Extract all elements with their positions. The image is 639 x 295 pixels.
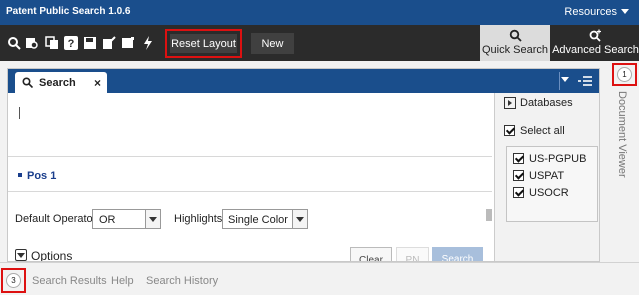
clear-button[interactable]: Clear bbox=[350, 247, 392, 261]
bullet-icon bbox=[18, 173, 22, 177]
checkbox-checked-icon bbox=[504, 125, 515, 136]
select-all-checkbox[interactable]: Select all bbox=[504, 125, 565, 137]
search-history-icon[interactable] bbox=[25, 36, 39, 50]
chevron-down-icon bbox=[15, 249, 27, 261]
search-icon bbox=[22, 77, 33, 88]
resources-label: Resources bbox=[564, 6, 617, 18]
search-icon bbox=[509, 29, 522, 42]
database-item-usocr[interactable]: USOCR bbox=[513, 187, 569, 199]
database-item-us-pgpub[interactable]: US-PGPUB bbox=[513, 153, 586, 165]
search-panel-header: Search × bbox=[8, 69, 599, 93]
document-viewer-sidebar[interactable]: 1 Document Viewer bbox=[610, 61, 639, 262]
window-icon[interactable] bbox=[121, 36, 135, 50]
pn-button[interactable]: PN bbox=[396, 247, 429, 261]
highlights-select[interactable]: Single Color bbox=[222, 209, 308, 229]
document-viewer-badge[interactable]: 1 bbox=[612, 63, 637, 86]
tab-search-results[interactable]: Search Results bbox=[32, 275, 107, 287]
resources-menu[interactable]: Resources bbox=[564, 6, 629, 18]
advanced-search-icon bbox=[589, 29, 601, 42]
search-button[interactable]: Search bbox=[432, 247, 483, 261]
highlights-label: Highlights: bbox=[174, 213, 226, 225]
panel-menu-icon[interactable] bbox=[578, 75, 592, 87]
databases-panel: Databases Select all US-PGPUB USPAT USOC… bbox=[494, 93, 599, 261]
edit-note-icon[interactable] bbox=[102, 36, 116, 50]
tab-search-history[interactable]: Search History bbox=[146, 275, 218, 287]
search-query-input[interactable] bbox=[8, 93, 492, 157]
help-icon[interactable]: ? bbox=[64, 36, 78, 50]
chevron-down-icon[interactable] bbox=[561, 77, 569, 82]
document-viewer-count: 1 bbox=[617, 67, 632, 82]
tab-quick-search-label: Quick Search bbox=[481, 44, 549, 56]
flash-icon[interactable] bbox=[141, 36, 155, 50]
checkbox-checked-icon bbox=[513, 187, 524, 198]
save-icon[interactable] bbox=[83, 36, 97, 50]
select-all-label: Select all bbox=[520, 125, 565, 137]
copy-icon[interactable] bbox=[45, 36, 59, 50]
options-toggle[interactable]: Options bbox=[15, 249, 73, 262]
play-icon bbox=[504, 97, 516, 109]
document-viewer-label[interactable]: Document Viewer bbox=[616, 91, 628, 178]
tab-search-label: Search bbox=[39, 77, 76, 89]
tab-advanced-search-label: Advanced Search bbox=[552, 44, 639, 56]
chevron-down-icon bbox=[292, 210, 307, 228]
title-bar: Patent Public Search 1.0.6 Resources bbox=[0, 0, 639, 25]
toolbar: ? Reset Layout New Quick Search Advanced… bbox=[0, 25, 639, 61]
tab-advanced-search[interactable]: Advanced Search bbox=[552, 25, 639, 61]
divider bbox=[8, 191, 492, 192]
database-item-label: USPAT bbox=[529, 170, 565, 182]
main-area: Search × Pos 1 Default Operator: OR High… bbox=[0, 61, 610, 262]
svg-text:?: ? bbox=[68, 38, 75, 50]
new-button[interactable]: New bbox=[251, 33, 294, 54]
options-label: Options bbox=[31, 249, 73, 262]
default-operator-value: OR bbox=[99, 214, 116, 226]
position-label: Pos 1 bbox=[27, 170, 57, 182]
database-item-label: US-PGPUB bbox=[529, 153, 587, 165]
databases-header[interactable]: Databases bbox=[495, 93, 599, 113]
tab-search[interactable]: Search × bbox=[15, 72, 107, 93]
position-item[interactable]: Pos 1 bbox=[18, 170, 56, 182]
highlights-value: Single Color bbox=[228, 214, 288, 226]
chevron-down-icon bbox=[145, 210, 160, 228]
default-operator-select[interactable]: OR bbox=[92, 209, 161, 229]
database-list: US-PGPUB USPAT USOCR bbox=[506, 146, 598, 222]
app-title: Patent Public Search 1.0.6 bbox=[6, 6, 131, 17]
text-cursor bbox=[19, 107, 20, 119]
database-item-uspat[interactable]: USPAT bbox=[513, 170, 564, 182]
bottom-panel-count: 3 bbox=[6, 273, 21, 288]
tab-quick-search[interactable]: Quick Search bbox=[480, 25, 550, 61]
database-item-label: USOCR bbox=[529, 187, 569, 199]
header-divider bbox=[559, 72, 560, 90]
default-operator-label: Default Operator: bbox=[15, 213, 100, 225]
reset-layout-button[interactable]: Reset Layout bbox=[165, 29, 242, 58]
bottom-tab-bar: 3 Search Results Help Search History bbox=[0, 262, 639, 295]
checkbox-checked-icon bbox=[513, 153, 524, 164]
close-icon[interactable]: × bbox=[94, 76, 101, 90]
tab-help[interactable]: Help bbox=[111, 275, 134, 287]
checkbox-checked-icon bbox=[513, 170, 524, 181]
databases-title: Databases bbox=[520, 97, 573, 109]
search-icon[interactable] bbox=[7, 36, 21, 50]
reset-layout-label: Reset Layout bbox=[170, 34, 237, 53]
chevron-down-icon bbox=[621, 9, 629, 14]
bottom-panel-badge[interactable]: 3 bbox=[1, 268, 26, 293]
scrollbar[interactable] bbox=[486, 209, 492, 221]
search-panel: Search × Pos 1 Default Operator: OR High… bbox=[7, 68, 600, 262]
